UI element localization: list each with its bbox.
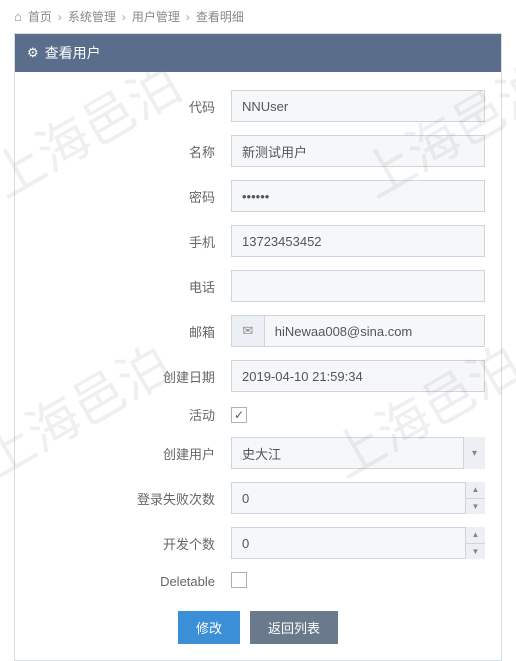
code-label: 代码 — [31, 97, 231, 116]
modify-button[interactable]: 修改 — [178, 611, 240, 644]
gear-icon: ⚙ — [27, 45, 39, 61]
spinner-up-icon[interactable]: ▲ — [466, 482, 485, 499]
breadcrumb-user[interactable]: 用户管理 — [132, 8, 180, 25]
back-button[interactable]: 返回列表 — [250, 611, 338, 644]
create-user-select[interactable] — [231, 437, 485, 469]
breadcrumb-home[interactable]: 首页 — [28, 8, 52, 25]
panel-header: ⚙ 查看用户 — [15, 34, 501, 72]
name-input[interactable] — [231, 135, 485, 167]
deletable-label: Deletable — [31, 574, 231, 589]
create-date-label: 创建日期 — [31, 367, 231, 386]
active-checkbox[interactable]: ✓ — [231, 407, 247, 423]
breadcrumb-sep: › — [122, 10, 126, 24]
password-input[interactable] — [231, 180, 485, 212]
dev-count-input[interactable] — [231, 527, 485, 559]
email-label: 邮箱 — [31, 322, 231, 341]
mobile-label: 手机 — [31, 232, 231, 251]
breadcrumb-sys[interactable]: 系统管理 — [68, 8, 116, 25]
create-user-label: 创建用户 — [31, 444, 231, 463]
deletable-checkbox[interactable] — [231, 572, 247, 588]
spinner-down-icon[interactable]: ▼ — [466, 544, 485, 560]
phone-label: 电话 — [31, 277, 231, 296]
chevron-down-icon[interactable]: ▾ — [463, 437, 485, 469]
spinner-up-icon[interactable]: ▲ — [466, 527, 485, 544]
create-date-input[interactable] — [231, 360, 485, 392]
phone-input[interactable] — [231, 270, 485, 302]
breadcrumb: ⌂ 首页 › 系统管理 › 用户管理 › 查看明细 — [0, 0, 516, 33]
mobile-input[interactable] — [231, 225, 485, 257]
spinner-down-icon[interactable]: ▼ — [466, 499, 485, 515]
panel-title: 查看用户 — [45, 43, 101, 63]
login-fail-label: 登录失败次数 — [31, 489, 231, 508]
name-label: 名称 — [31, 142, 231, 161]
password-label: 密码 — [31, 187, 231, 206]
breadcrumb-detail: 查看明细 — [196, 8, 244, 25]
breadcrumb-sep: › — [186, 10, 190, 24]
email-input[interactable] — [264, 315, 485, 347]
home-icon[interactable]: ⌂ — [14, 9, 22, 24]
login-fail-input[interactable] — [231, 482, 485, 514]
active-label: 活动 — [31, 405, 231, 424]
panel-body: 代码 名称 密码 手机 电话 — [15, 72, 501, 660]
envelope-icon: ✉ — [231, 315, 264, 347]
dev-count-label: 开发个数 — [31, 534, 231, 553]
code-input[interactable] — [231, 90, 485, 122]
breadcrumb-sep: › — [58, 10, 62, 24]
panel: ⚙ 查看用户 代码 名称 密码 手机 — [14, 33, 502, 661]
